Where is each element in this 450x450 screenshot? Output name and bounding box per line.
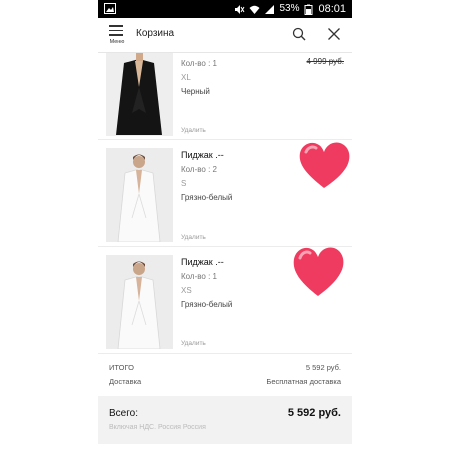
heart-icon: [296, 138, 352, 192]
item-name: Пиджак .--: [181, 150, 224, 160]
remove-item-link[interactable]: Удалить: [181, 127, 206, 134]
item-quantity: Кол-во : 1: [181, 272, 217, 281]
item-color: Грязно-белый: [181, 193, 233, 202]
delivery-value: Бесплатная доставка: [266, 377, 341, 386]
order-total-summary: Всего: 5 592 руб. Включая НДС. Россия Ро…: [98, 396, 352, 444]
item-quantity: Кол-во : 1: [181, 59, 217, 68]
remove-item-link[interactable]: Удалить: [181, 340, 206, 347]
item-quantity: Кол-во : 2: [181, 165, 217, 174]
battery-icon: [303, 4, 314, 15]
item-color: Грязно-белый: [181, 300, 233, 309]
app-bar: Меню Корзина: [98, 18, 352, 53]
item-size: S: [181, 179, 187, 188]
item-size: XS: [181, 286, 192, 295]
gallery-notification-icon: [104, 3, 116, 14]
delivery-label: Доставка: [109, 377, 142, 386]
product-photo-white-blazer[interactable]: [106, 255, 173, 349]
vat-note: Включая НДС. Россия Россия: [109, 424, 206, 431]
cart-item: Кол-во : 1 XL Черный Удалить 4 999 руб.: [98, 53, 352, 140]
close-button[interactable]: [327, 27, 341, 41]
grand-total-value: 5 592 руб.: [287, 407, 341, 419]
remove-item-link[interactable]: Удалить: [181, 234, 206, 241]
menu-icon: [109, 25, 123, 36]
phone-screen: 53% 08:01 Меню Корзина Кол-во: 1 XL Чер…: [98, 0, 352, 450]
product-photo-black-blazer[interactable]: [106, 53, 173, 136]
item-size: XL: [181, 73, 191, 82]
menu-label: Меню: [109, 39, 125, 45]
battery-percent: 53%: [279, 3, 300, 14]
clock-time: 08:01: [318, 3, 346, 15]
subtotal-value: 5 592 руб.: [305, 363, 341, 372]
item-color: Черный: [181, 87, 210, 96]
menu-button[interactable]: Меню: [106, 23, 128, 49]
item-old-price: 4 999 руб.: [306, 57, 345, 66]
grand-total-label: Всего:: [109, 408, 138, 419]
search-icon: [292, 27, 306, 41]
status-bar: 53% 08:01: [98, 0, 352, 18]
item-name: Пиджак .--: [181, 257, 224, 267]
search-button[interactable]: [292, 27, 306, 41]
mute-icon: [234, 4, 245, 15]
wifi-icon: [249, 4, 260, 15]
close-icon: [328, 28, 340, 40]
heart-icon: [290, 242, 346, 300]
signal-icon: [264, 4, 275, 15]
page-title: Корзина: [136, 28, 175, 39]
subtotal-label: ИТОГО: [109, 363, 134, 372]
product-photo-white-blazer[interactable]: [106, 148, 173, 242]
